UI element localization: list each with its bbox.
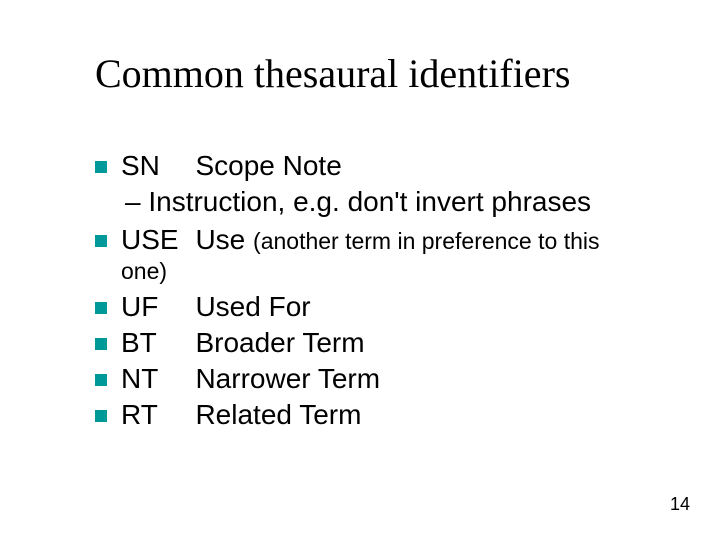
square-bullet-icon: [95, 410, 107, 422]
square-bullet-icon: [95, 161, 107, 173]
list-item: NT Narrower Term: [95, 363, 695, 395]
def-use-paren-cont: one): [121, 258, 695, 285]
abbr-rt: RT: [121, 399, 191, 431]
slide-title: Common thesaural identifiers: [95, 50, 570, 97]
list-item: SN Scope Note: [95, 150, 695, 182]
list-item: USE Use (another term in preference to t…: [95, 224, 695, 256]
square-bullet-icon: [95, 338, 107, 350]
def-use-main: Use: [195, 224, 253, 255]
list-item: UF Used For: [95, 291, 695, 323]
abbr-sn: SN: [121, 150, 191, 182]
abbr-bt: BT: [121, 327, 191, 359]
def-sn: Scope Note: [195, 150, 341, 181]
def-rt: Related Term: [195, 399, 361, 430]
slide-body: SN Scope Note – Instruction, e.g. don't …: [95, 150, 695, 435]
def-use-paren: (another term in preference to this: [253, 228, 599, 254]
subnote-sn: – Instruction, e.g. don't invert phrases: [125, 186, 695, 218]
square-bullet-icon: [95, 374, 107, 386]
square-bullet-icon: [95, 302, 107, 314]
def-uf: Used For: [195, 291, 310, 322]
slide: Common thesaural identifiers SN Scope No…: [0, 0, 720, 540]
square-bullet-icon: [95, 235, 107, 247]
list-item: BT Broader Term: [95, 327, 695, 359]
page-number: 14: [670, 494, 690, 515]
abbr-uf: UF: [121, 291, 191, 323]
list-item: RT Related Term: [95, 399, 695, 431]
def-bt: Broader Term: [195, 327, 364, 358]
def-nt: Narrower Term: [195, 363, 380, 394]
abbr-use: USE: [121, 224, 191, 256]
abbr-nt: NT: [121, 363, 191, 395]
